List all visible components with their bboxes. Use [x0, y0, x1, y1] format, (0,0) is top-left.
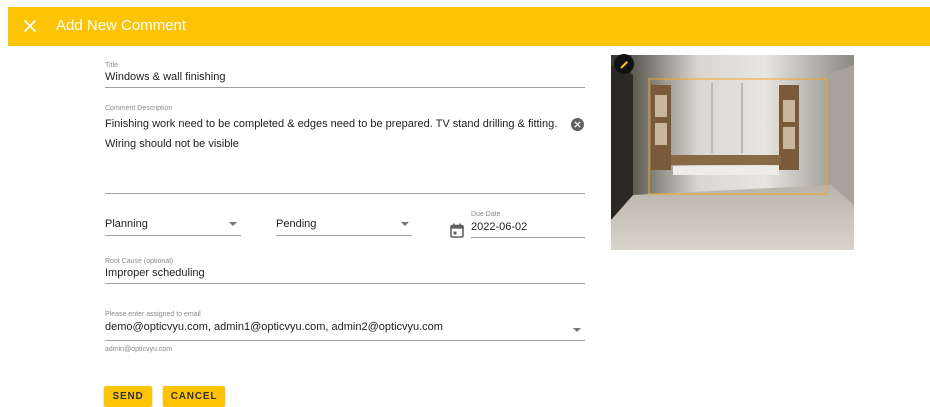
calendar-icon[interactable] — [450, 223, 464, 238]
title-label: Title — [105, 62, 118, 69]
description-input[interactable]: Finishing work need to be completed & ed… — [105, 114, 567, 154]
clear-circle-icon[interactable] — [571, 118, 584, 131]
cancel-button[interactable]: CANCEL — [163, 386, 225, 407]
root-cause-label: Root Cause (optional) — [105, 258, 174, 265]
assign-email-field[interactable]: Please enter assigned to email demo@opti… — [105, 311, 585, 356]
edit-annotation-button[interactable] — [614, 54, 634, 74]
due-date-underline — [471, 237, 585, 238]
due-date-field[interactable]: Due Date 2022-06-02 — [471, 211, 585, 238]
title-field[interactable]: Title Windows & wall finishing — [105, 62, 585, 88]
dropdown-arrow-icon[interactable] — [573, 328, 581, 332]
close-icon[interactable] — [22, 18, 38, 34]
title-underline — [105, 87, 585, 88]
description-underline — [105, 193, 585, 194]
status-select-value: Pending — [276, 218, 317, 230]
due-date-input[interactable]: 2022-06-02 — [471, 221, 585, 233]
status-underline — [276, 235, 412, 236]
dialog-title: Add New Comment — [56, 17, 187, 34]
stage-select-value: Planning — [105, 218, 148, 230]
due-date-label: Due Date — [471, 211, 501, 218]
assign-email-label: Please enter assigned to email — [105, 311, 201, 318]
description-field[interactable]: Comment Description Finishing work need … — [105, 105, 585, 194]
site-photo — [611, 55, 854, 250]
dialog-header: Add New Comment — [8, 7, 930, 46]
title-input[interactable]: Windows & wall finishing — [105, 71, 585, 83]
dropdown-arrow-icon — [229, 222, 237, 226]
pencil-icon — [620, 60, 628, 68]
assign-email-input[interactable]: demo@opticvyu.com, admin1@opticvyu.com, … — [105, 321, 585, 333]
description-label: Comment Description — [105, 105, 173, 112]
assign-email-hint: admin@opticvyu.com — [105, 346, 173, 353]
assign-email-underline — [105, 340, 585, 341]
dropdown-arrow-icon — [401, 222, 409, 226]
stage-select[interactable]: Planning — [105, 218, 241, 236]
root-cause-field[interactable]: Root Cause (optional) Improper schedulin… — [105, 258, 585, 284]
status-select[interactable]: Pending — [276, 218, 412, 236]
root-cause-underline — [105, 283, 585, 284]
root-cause-input[interactable]: Improper scheduling — [105, 267, 585, 279]
stage-underline — [105, 235, 241, 236]
send-button[interactable]: SEND — [104, 386, 152, 407]
